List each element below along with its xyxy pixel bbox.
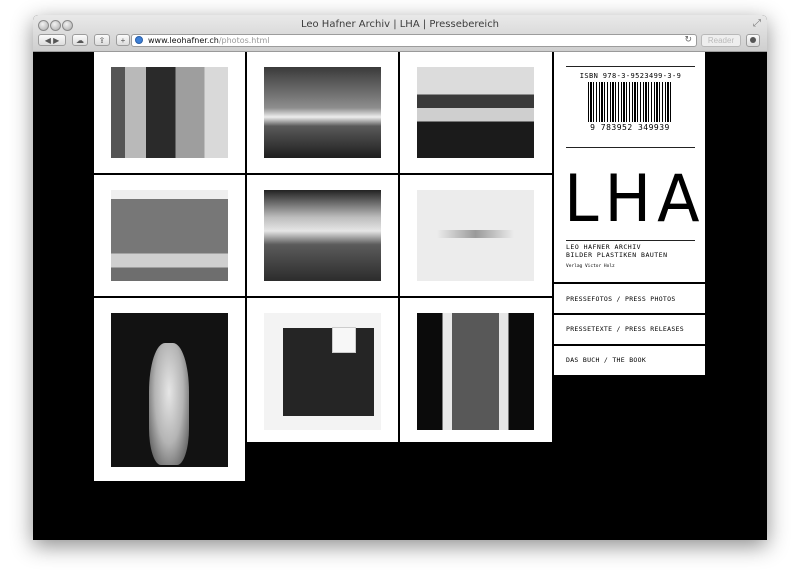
book-label xyxy=(332,327,356,353)
downloads-icon[interactable] xyxy=(746,34,760,47)
archive-line-2: BILDER PLASTIKEN BAUTEN xyxy=(566,251,668,259)
photo-tile[interactable] xyxy=(247,298,398,442)
menu-divider xyxy=(554,282,705,284)
browser-titlebar: Leo Hafner Archiv | LHA | Pressebereich … xyxy=(33,15,767,52)
isbn-text: ISBN 978-3-9523499-3-9 xyxy=(579,72,682,80)
forward-icon[interactable]: ▶ xyxy=(53,36,59,45)
photo-tile[interactable] xyxy=(94,52,245,173)
share-icon: ⇪ xyxy=(98,36,106,45)
menu-divider xyxy=(554,344,705,346)
barcode-graphic xyxy=(588,82,672,122)
reload-icon[interactable]: ↻ xyxy=(684,35,692,46)
barcode-number: 9 783952 349939 xyxy=(590,123,670,132)
menu-divider xyxy=(554,313,705,315)
photo-tile[interactable] xyxy=(247,52,398,173)
book-info-panel: ISBN 978-3-9523499-3-9 9 783952 349939 L… xyxy=(554,52,705,375)
url-domain: www.leohafner.ch xyxy=(148,36,219,45)
sculpture-photo[interactable] xyxy=(111,313,228,467)
divider xyxy=(566,240,695,241)
publisher-text: Verlag Victor Holz xyxy=(566,264,615,269)
back-forward-buttons[interactable]: ◀ ▶ xyxy=(38,34,66,46)
press-releases-link[interactable]: PRESSETEXTE / PRESS RELEASES xyxy=(566,325,684,333)
back-icon[interactable]: ◀ xyxy=(45,36,51,45)
archive-title: LEO HAFNER ARCHIV BILDER PLASTIKEN BAUTE… xyxy=(566,243,668,259)
photo-tile[interactable] xyxy=(400,175,552,296)
hall-photo[interactable] xyxy=(417,313,534,430)
photo-tile[interactable] xyxy=(94,175,245,296)
statue-shape xyxy=(149,343,189,465)
building-photo[interactable] xyxy=(264,67,381,158)
cloud-icon: ☁ xyxy=(76,36,84,45)
new-tab-button[interactable]: + xyxy=(116,34,130,46)
address-bar[interactable]: www.leohafner.ch/photos.html ↻ xyxy=(131,34,697,47)
drawing-photo[interactable] xyxy=(417,190,534,281)
the-book-link[interactable]: DAS BUCH / THE BOOK xyxy=(566,356,646,364)
plus-icon: + xyxy=(120,36,126,45)
interior-photo[interactable] xyxy=(417,67,534,158)
book-photo[interactable] xyxy=(264,313,381,430)
lha-logo: LHA xyxy=(564,160,706,237)
building-photo[interactable] xyxy=(111,190,228,281)
divider xyxy=(566,147,695,148)
building-photo[interactable] xyxy=(111,67,228,158)
press-photos-link[interactable]: PRESSEFOTOS / PRESS PHOTOS xyxy=(566,295,676,303)
photo-tile[interactable] xyxy=(94,298,245,481)
icloud-tabs-button[interactable]: ☁ xyxy=(72,34,88,46)
share-button[interactable]: ⇪ xyxy=(94,34,110,46)
page-viewport: ISBN 978-3-9523499-3-9 9 783952 349939 L… xyxy=(33,52,767,540)
book-cover xyxy=(283,328,374,416)
divider xyxy=(566,66,695,67)
browser-window: Leo Hafner Archiv | LHA | Pressebereich … xyxy=(33,15,767,540)
photo-tile[interactable] xyxy=(400,298,552,442)
globe-icon xyxy=(135,36,143,44)
window-title: Leo Hafner Archiv | LHA | Pressebereich xyxy=(300,19,500,30)
photo-tile[interactable] xyxy=(247,175,398,296)
archive-line-1: LEO HAFNER ARCHIV xyxy=(566,243,642,251)
fullscreen-icon[interactable]: ⤢ xyxy=(753,18,761,29)
building-photo[interactable] xyxy=(264,190,381,281)
reader-button[interactable]: Reader xyxy=(701,34,741,47)
url-path: /photos.html xyxy=(218,36,270,45)
photo-tile[interactable] xyxy=(400,52,552,173)
url-text[interactable]: www.leohafner.ch/photos.html xyxy=(148,35,270,46)
